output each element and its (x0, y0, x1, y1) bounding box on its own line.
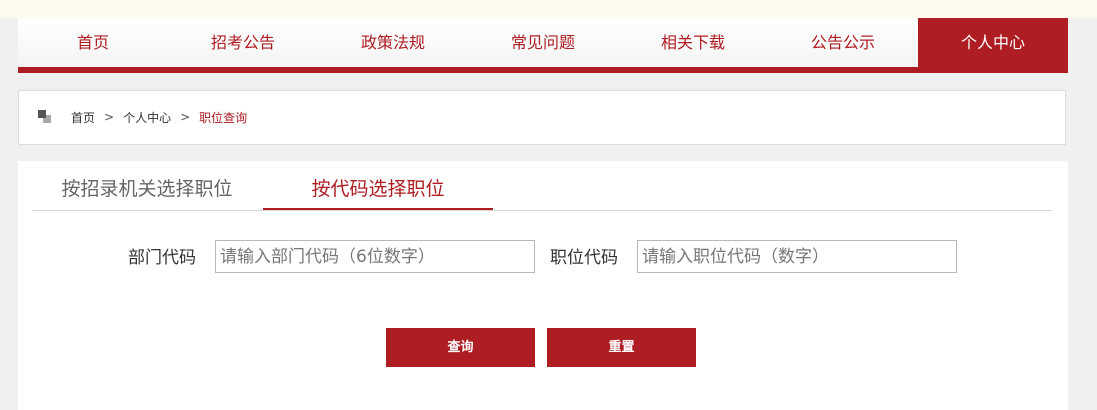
query-tabs: 按招录机关选择职位 按代码选择职位 (32, 173, 1052, 211)
breadcrumb-trail: 首页 > 个人中心 > 职位查询 (71, 108, 247, 126)
query-button[interactable]: 查询 (386, 328, 535, 367)
breadcrumb-home-link[interactable]: 首页 (71, 109, 95, 126)
nav-item-downloads[interactable]: 相关下载 (618, 18, 768, 67)
dept-code-input[interactable] (215, 240, 535, 273)
position-code-input[interactable] (637, 240, 957, 273)
dept-code-label: 部门代码 (128, 248, 196, 268)
position-query-panel: 按招录机关选择职位 按代码选择职位 部门代码 职位代码 查询 重置 (18, 161, 1068, 410)
breadcrumb-current: 职位查询 (199, 110, 248, 125)
breadcrumb-separator: > (180, 110, 191, 124)
tab-by-agency[interactable]: 按招录机关选择职位 (32, 173, 262, 209)
nav-item-home[interactable]: 首页 (18, 18, 168, 67)
nav-item-policies[interactable]: 政策法规 (318, 18, 468, 67)
nav-item-personal-center[interactable]: 个人中心 (918, 18, 1068, 67)
tab-by-code[interactable]: 按代码选择职位 (263, 173, 493, 210)
nav-item-notices[interactable]: 公告公示 (768, 18, 918, 67)
nav-item-announcements[interactable]: 招考公告 (168, 18, 318, 67)
main-nav: 首页 招考公告 政策法规 常见问题 相关下载 公告公示 个人中心 (18, 18, 1068, 67)
breadcrumb-section-link[interactable]: 个人中心 (123, 109, 171, 126)
nav-underline-bar (18, 67, 1068, 73)
nav-item-faq[interactable]: 常见问题 (468, 18, 618, 67)
position-code-label: 职位代码 (550, 248, 618, 268)
breadcrumb-squares-icon (38, 110, 52, 124)
breadcrumb: 首页 > 个人中心 > 职位查询 (18, 90, 1066, 145)
main-nav-wrap: 首页 招考公告 政策法规 常见问题 相关下载 公告公示 个人中心 (0, 18, 1097, 74)
breadcrumb-separator: > (104, 110, 115, 124)
reset-button[interactable]: 重置 (547, 328, 696, 367)
top-strip (0, 0, 1097, 18)
